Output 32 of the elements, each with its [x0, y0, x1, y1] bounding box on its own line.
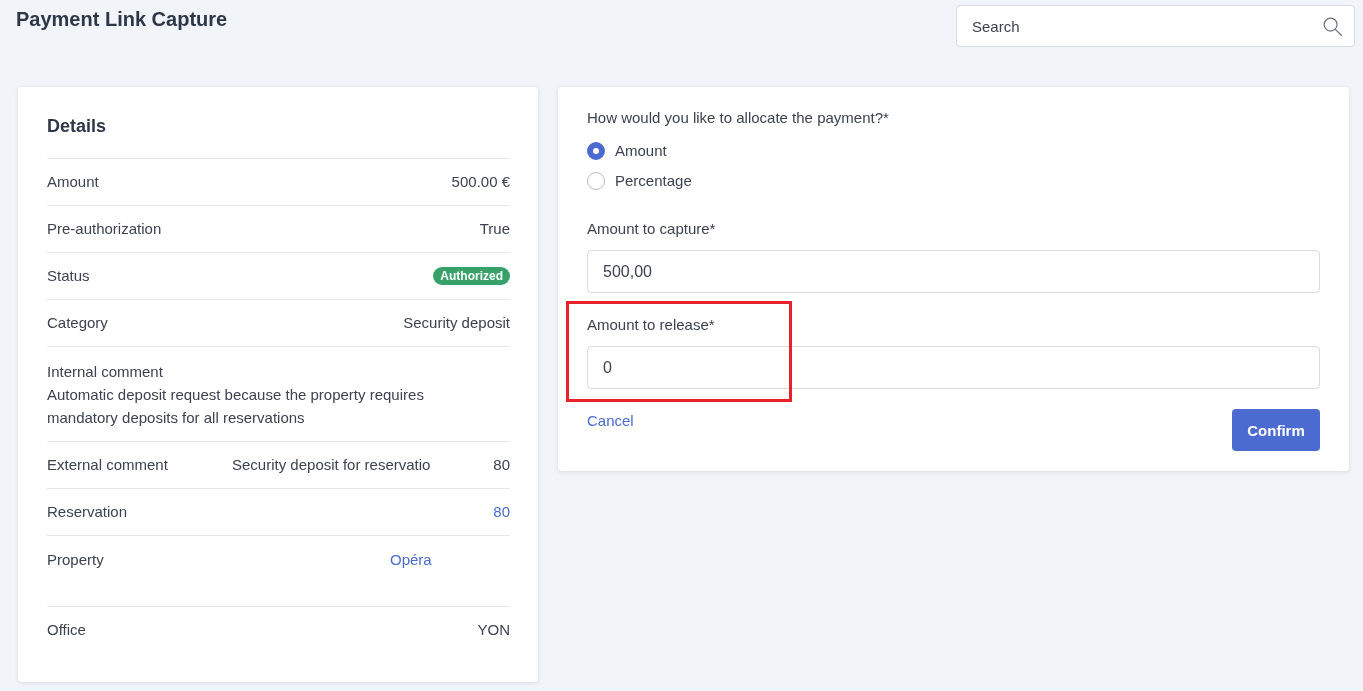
search-field[interactable]: Search [956, 5, 1355, 47]
detail-label: Pre-authorization [47, 219, 162, 239]
status-badge: Authorized [433, 267, 510, 285]
detail-label: Status [47, 266, 90, 286]
detail-value: 500.00 € [451, 172, 510, 192]
detail-label: Office [47, 620, 86, 640]
detail-label: Internal comment [47, 362, 163, 382]
detail-label: Amount [47, 172, 99, 192]
confirm-button[interactable]: Confirm [1232, 409, 1320, 451]
detail-label: Category [47, 313, 108, 333]
detail-value: 80 [493, 455, 510, 475]
detail-value: True [479, 219, 510, 239]
page-title: Payment Link Capture [16, 7, 228, 31]
search-icon [1323, 17, 1342, 36]
card-title: Details [47, 115, 108, 137]
radio-option[interactable]: Amount [587, 141, 667, 161]
detail-label: External comment [47, 455, 169, 475]
question-label: How would you like to allocate the payment?* [587, 108, 890, 128]
comment-text: Automatic deposit request because the property requires mandatory deposits for all reservations [47, 385, 425, 428]
detail-value: YON [477, 620, 510, 640]
cancel-link[interactable]: Cancel [587, 411, 634, 431]
detail-label: Reservation [47, 502, 128, 522]
detail-value: Security deposit for reservatio [232, 455, 431, 475]
detail-link[interactable]: Opéra [390, 551, 432, 568]
detail-link[interactable]: 80 [493, 502, 510, 522]
radio-option[interactable]: Percentage [587, 171, 692, 191]
detail-label: Property [47, 550, 104, 570]
field-label: Amount to capture* [587, 219, 717, 239]
detail-value: Security deposit [403, 313, 510, 333]
amount-field[interactable]: 0 [587, 346, 1320, 389]
amount-field[interactable]: 500,00 [587, 250, 1320, 293]
field-label: Amount to release* [587, 315, 716, 335]
